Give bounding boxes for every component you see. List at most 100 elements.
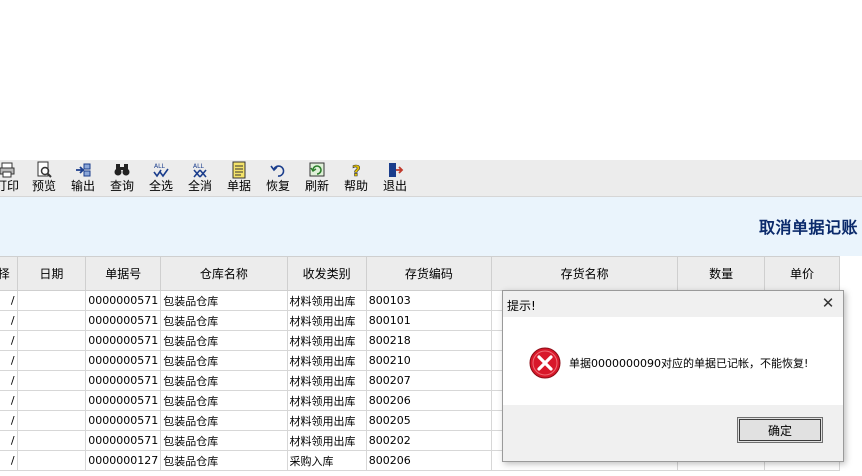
query-button[interactable]: 查询 (103, 160, 141, 196)
print-button[interactable]: 打印 (0, 160, 26, 196)
table-cell-category: 材料领用出库 (286, 430, 367, 451)
table-cell-category: 材料领用出库 (286, 370, 367, 391)
column-header[interactable]: 日期 (16, 256, 87, 291)
deselect-all-icon: ALL (181, 161, 219, 179)
table-cell-code: 800206 (365, 450, 493, 471)
table-cell-code: 800218 (365, 330, 493, 351)
print-label: 打印 (0, 179, 19, 193)
table-cell-date (16, 330, 87, 351)
table-cell-check: / (0, 450, 18, 471)
error-icon (529, 347, 561, 382)
table-cell-doc-no: 0000000571 (85, 410, 162, 431)
column-header[interactable]: 选择 (0, 256, 18, 291)
printer-icon (0, 161, 26, 179)
restore-button[interactable]: 恢复 (259, 160, 297, 196)
table-cell-code: 800207 (365, 370, 493, 391)
help-button[interactable]: ? 帮助 (337, 160, 375, 196)
table-cell-code: 800101 (365, 310, 493, 331)
table-cell-code: 800206 (365, 390, 493, 411)
table-cell-category: 材料领用出库 (286, 310, 367, 331)
table-cell-date (16, 430, 87, 451)
column-header[interactable]: 收发类别 (286, 256, 367, 291)
table-cell-category: 采购入库 (286, 450, 367, 471)
table-cell-date (16, 450, 87, 471)
table-cell-date (16, 390, 87, 411)
table-cell-date (16, 310, 87, 331)
select-all-label: 全选 (148, 179, 173, 193)
document-icon (220, 161, 258, 179)
undo-icon (259, 161, 297, 179)
select-all-button[interactable]: ALL 全选 (142, 160, 180, 196)
export-icon (64, 161, 102, 179)
export-label: 输出 (70, 179, 95, 193)
title-banner: 取消单据记账 (0, 197, 862, 256)
help-label: 帮助 (343, 179, 368, 193)
table-cell-category: 材料领用出库 (286, 390, 367, 411)
table-cell-category: 材料领用出库 (286, 290, 367, 311)
table-cell-check: / (0, 410, 18, 431)
preview-icon (25, 161, 63, 179)
refresh-icon (298, 161, 336, 179)
table-cell-category: 材料领用出库 (286, 350, 367, 371)
table-cell-category: 材料领用出库 (286, 410, 367, 431)
dialog-title: 提示! (507, 299, 536, 313)
page-title: 取消单据记账 (758, 218, 858, 237)
table-cell-category: 材料领用出库 (286, 330, 367, 351)
table-cell-warehouse: 包装品仓库 (160, 390, 288, 411)
table-cell-check: / (0, 290, 18, 311)
table-cell-date (16, 370, 87, 391)
column-header[interactable]: 数量 (677, 256, 765, 291)
export-button[interactable]: 输出 (64, 160, 102, 196)
table-cell-doc-no: 0000000571 (85, 330, 162, 351)
svg-text:ALL: ALL (154, 163, 165, 170)
column-header[interactable]: 存货编码 (365, 256, 493, 291)
table-cell-code: 800202 (365, 430, 493, 451)
deselect-all-label: 全消 (187, 179, 212, 193)
document-label: 单据 (226, 179, 251, 193)
close-icon[interactable]: ✕ (817, 293, 839, 313)
exit-icon (376, 161, 414, 179)
table-cell-check: / (0, 370, 18, 391)
svg-text:ALL: ALL (193, 163, 204, 170)
exit-button[interactable]: 退出 (376, 160, 414, 196)
table-cell-warehouse: 包装品仓库 (160, 330, 288, 351)
table-cell-date (16, 350, 87, 371)
binoculars-icon (103, 161, 141, 179)
column-header[interactable]: 仓库名称 (160, 256, 288, 291)
table-cell-doc-no: 0000000571 (85, 430, 162, 451)
select-all-icon: ALL (142, 161, 180, 179)
table-cell-date (16, 410, 87, 431)
table-cell-warehouse: 包装品仓库 (160, 430, 288, 451)
dialog-message: 单据0000000090对应的单据已记帐，不能恢复! (569, 357, 809, 370)
column-header[interactable]: 单价 (764, 256, 840, 291)
help-icon: ? (337, 161, 375, 179)
query-label: 查询 (109, 179, 134, 193)
table-cell-check: / (0, 350, 18, 371)
svg-text:?: ? (352, 162, 361, 179)
exit-label: 退出 (382, 179, 407, 193)
document-button[interactable]: 单据 (220, 160, 258, 196)
table-cell-check: / (0, 330, 18, 351)
table-cell-doc-no: 0000000571 (85, 350, 162, 371)
blank-area (0, 0, 862, 160)
table-cell-warehouse: 包装品仓库 (160, 350, 288, 371)
table-cell-code: 800103 (365, 290, 493, 311)
deselect-all-button[interactable]: ALL 全消 (181, 160, 219, 196)
table-header-row: 选择日期单据号仓库名称收发类别存货编码存货名称数量单价 (0, 256, 840, 291)
preview-button[interactable]: 预览 (25, 160, 63, 196)
table-cell-date (16, 290, 87, 311)
column-header[interactable]: 存货名称 (491, 256, 679, 291)
table-cell-code: 800210 (365, 350, 493, 371)
table-cell-doc-no: 0000000571 (85, 370, 162, 391)
ok-button[interactable]: 确定 (737, 417, 823, 443)
table-cell-warehouse: 包装品仓库 (160, 310, 288, 331)
table-cell-doc-no: 0000000571 (85, 290, 162, 311)
column-header[interactable]: 单据号 (85, 256, 162, 291)
table-cell-doc-no: 0000000571 (85, 390, 162, 411)
table-cell-warehouse: 包装品仓库 (160, 410, 288, 431)
refresh-label: 刷新 (304, 179, 329, 193)
table-cell-check: / (0, 310, 18, 331)
table-cell-doc-no: 0000000571 (85, 310, 162, 331)
refresh-button[interactable]: 刷新 (298, 160, 336, 196)
restore-label: 恢复 (265, 179, 290, 193)
